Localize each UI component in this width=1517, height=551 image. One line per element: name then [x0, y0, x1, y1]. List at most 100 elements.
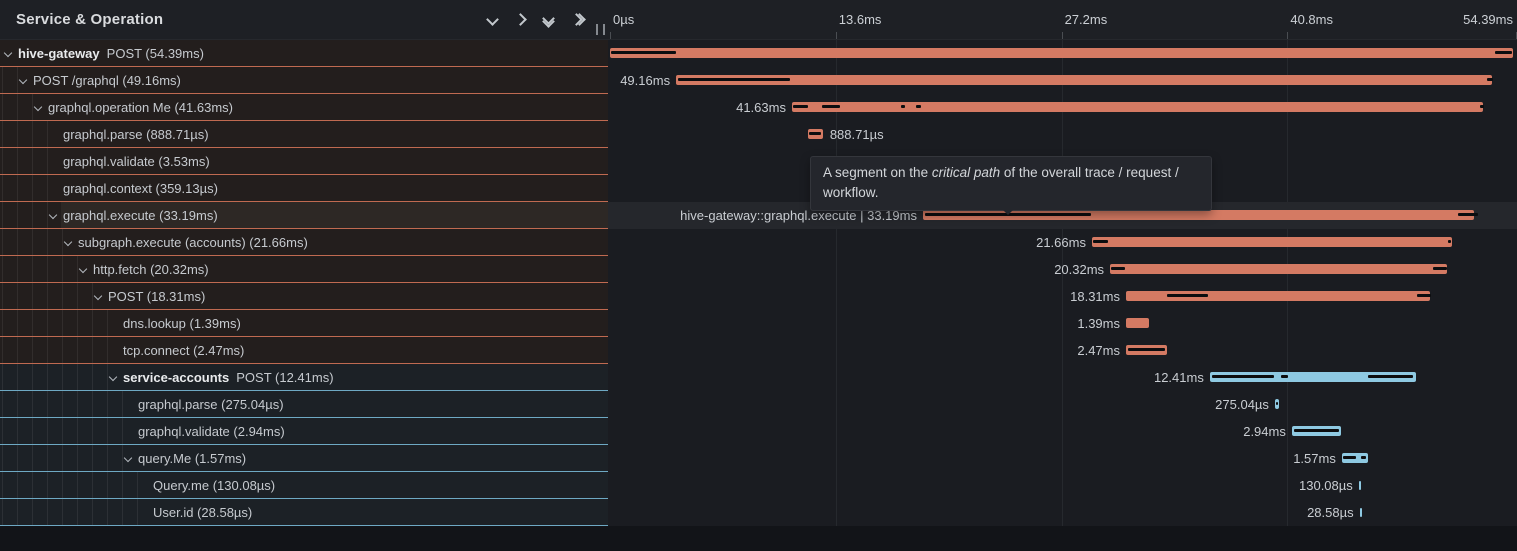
indent-guide [17, 175, 18, 201]
span-operation-label: dns.lookup (1.39ms) [123, 316, 241, 331]
indent-guide [2, 364, 3, 390]
span-row-timeline[interactable]: 888.71µs [608, 121, 1517, 148]
span-bar[interactable] [1360, 508, 1362, 517]
indent-guide [62, 418, 63, 444]
chevron-down-icon[interactable] [34, 103, 42, 111]
chevron-down-icon[interactable] [79, 265, 87, 273]
span-duration-label: 41.63ms [736, 94, 786, 121]
span-row-timeline[interactable]: 12.41ms [608, 364, 1517, 391]
span-row-timeline[interactable]: 275.04µs [608, 391, 1517, 418]
span-row-left[interactable]: POST (18.31ms) [0, 283, 608, 310]
critical-path-segment [1448, 240, 1452, 243]
indent-guide [62, 499, 63, 525]
span-row-timeline[interactable]: 130.08µs [608, 472, 1517, 499]
span-bar[interactable] [792, 102, 1483, 112]
span-row-left[interactable]: tcp.connect (2.47ms) [0, 337, 608, 364]
span-duration-label: 49.16ms [620, 67, 670, 94]
span-row-left[interactable]: graphql.validate (3.53ms) [0, 148, 608, 175]
header-icons [488, 14, 584, 26]
indent-guide [32, 499, 33, 525]
indent-guide [107, 391, 108, 417]
indent-guide [17, 202, 18, 228]
span-bar[interactable] [1126, 318, 1149, 328]
span-bar[interactable] [1092, 237, 1452, 247]
span-row-left[interactable]: service-accountsPOST (12.41ms) [0, 364, 608, 391]
chevron-down-icon[interactable] [19, 76, 27, 84]
span-bar[interactable] [676, 75, 1492, 85]
span-bar[interactable] [1359, 481, 1361, 490]
span-bar[interactable] [610, 48, 1513, 58]
page-title: Service & Operation [16, 11, 163, 28]
pane-resize-handle[interactable] [596, 24, 605, 35]
span-row-timeline[interactable]: 1.57ms [608, 445, 1517, 472]
indent-guide [32, 202, 33, 228]
critical-path-segment [611, 51, 676, 54]
span-row-left[interactable]: hive-gatewayPOST (54.39ms) [0, 40, 608, 67]
span-row-timeline[interactable]: 18.31ms [608, 283, 1517, 310]
span-row-timeline[interactable]: 2.47ms [608, 337, 1517, 364]
span-row-left[interactable]: POST /graphql (49.16ms) [0, 67, 608, 94]
span-duration-label: 130.08µs [1299, 472, 1353, 499]
span-row-timeline[interactable]: 20.32ms [608, 256, 1517, 283]
span-row-left[interactable]: query.Me (1.57ms) [0, 445, 608, 472]
span-row-left[interactable]: graphql.context (359.13µs) [0, 175, 608, 202]
indent-guide [2, 310, 3, 336]
tooltip-arrow [1001, 208, 1015, 215]
span-duration-label: 888.71µs [830, 121, 884, 148]
span-name-label: service-accountsPOST (12.41ms) [123, 364, 334, 391]
span-row-left[interactable]: Query.me (130.08µs) [0, 472, 608, 499]
critical-path-segment [793, 105, 808, 108]
span-operation-label: graphql.execute (33.19ms) [63, 208, 218, 223]
critical-path-segment [1433, 267, 1447, 270]
critical-path-segment [1343, 456, 1356, 459]
axis-tick-label: 54.39ms [1463, 0, 1513, 40]
span-row-left[interactable]: User.id (28.58µs) [0, 499, 608, 526]
span-row-timeline[interactable]: 28.58µs [608, 499, 1517, 526]
chevron-down-icon[interactable] [49, 211, 57, 219]
span-name-label: graphql.execute (33.19ms) [63, 202, 218, 229]
span-duration-label: 2.94ms [1243, 418, 1286, 445]
span-row-left[interactable]: http.fetch (20.32ms) [0, 256, 608, 283]
chevron-down-icon[interactable] [64, 238, 72, 246]
indent-guide [77, 391, 78, 417]
indent-guide [2, 175, 3, 201]
critical-path-segment [1417, 294, 1431, 297]
chevron-down-icon[interactable] [109, 373, 117, 381]
chevron-down-icon[interactable] [4, 49, 12, 57]
indent-guide [17, 499, 18, 525]
span-row-left[interactable]: dns.lookup (1.39ms) [0, 310, 608, 337]
indent-guide [17, 364, 18, 390]
span-row-left[interactable]: graphql.operation Me (41.63ms) [0, 94, 608, 121]
span-row-left[interactable]: graphql.execute (33.19ms) [0, 202, 608, 229]
indent-guide [122, 391, 123, 417]
span-row-timeline[interactable]: 21.66ms [608, 229, 1517, 256]
span-row-timeline[interactable]: 1.39ms [608, 310, 1517, 337]
span-operation-label: graphql.validate (2.94ms) [138, 424, 285, 439]
chevron-right-icon[interactable] [516, 15, 525, 24]
chevron-down-icon[interactable] [124, 454, 132, 462]
span-row-timeline[interactable]: 49.16ms [608, 67, 1517, 94]
span-name-label: User.id (28.58µs) [153, 499, 252, 526]
indent-guide [107, 499, 108, 525]
double-chevron-right-icon[interactable] [572, 15, 584, 24]
span-bar[interactable] [1110, 264, 1447, 274]
indent-guide [2, 337, 3, 363]
span-row-left[interactable]: graphql.parse (888.71µs) [0, 121, 608, 148]
indent-guide [17, 283, 18, 309]
span-name-label: Query.me (130.08µs) [153, 472, 275, 499]
chevron-down-icon[interactable] [488, 15, 497, 24]
critical-path-segment [916, 105, 921, 108]
span-row-timeline[interactable]: 41.63ms [608, 94, 1517, 121]
double-chevron-down-icon[interactable] [544, 14, 553, 26]
indent-guide [2, 202, 3, 228]
span-row-timeline[interactable]: 2.94ms [608, 418, 1517, 445]
span-row-left[interactable]: graphql.validate (2.94ms) [0, 418, 608, 445]
indent-guide [62, 256, 63, 282]
span-row-left[interactable]: subgraph.execute (accounts) (21.66ms) [0, 229, 608, 256]
span-row-left[interactable]: graphql.parse (275.04µs) [0, 391, 608, 418]
span-name-label: http.fetch (20.32ms) [93, 256, 209, 283]
indent-guide [92, 364, 93, 390]
chevron-down-icon[interactable] [94, 292, 102, 300]
span-row-timeline[interactable] [608, 40, 1517, 67]
indent-guide [92, 472, 93, 498]
